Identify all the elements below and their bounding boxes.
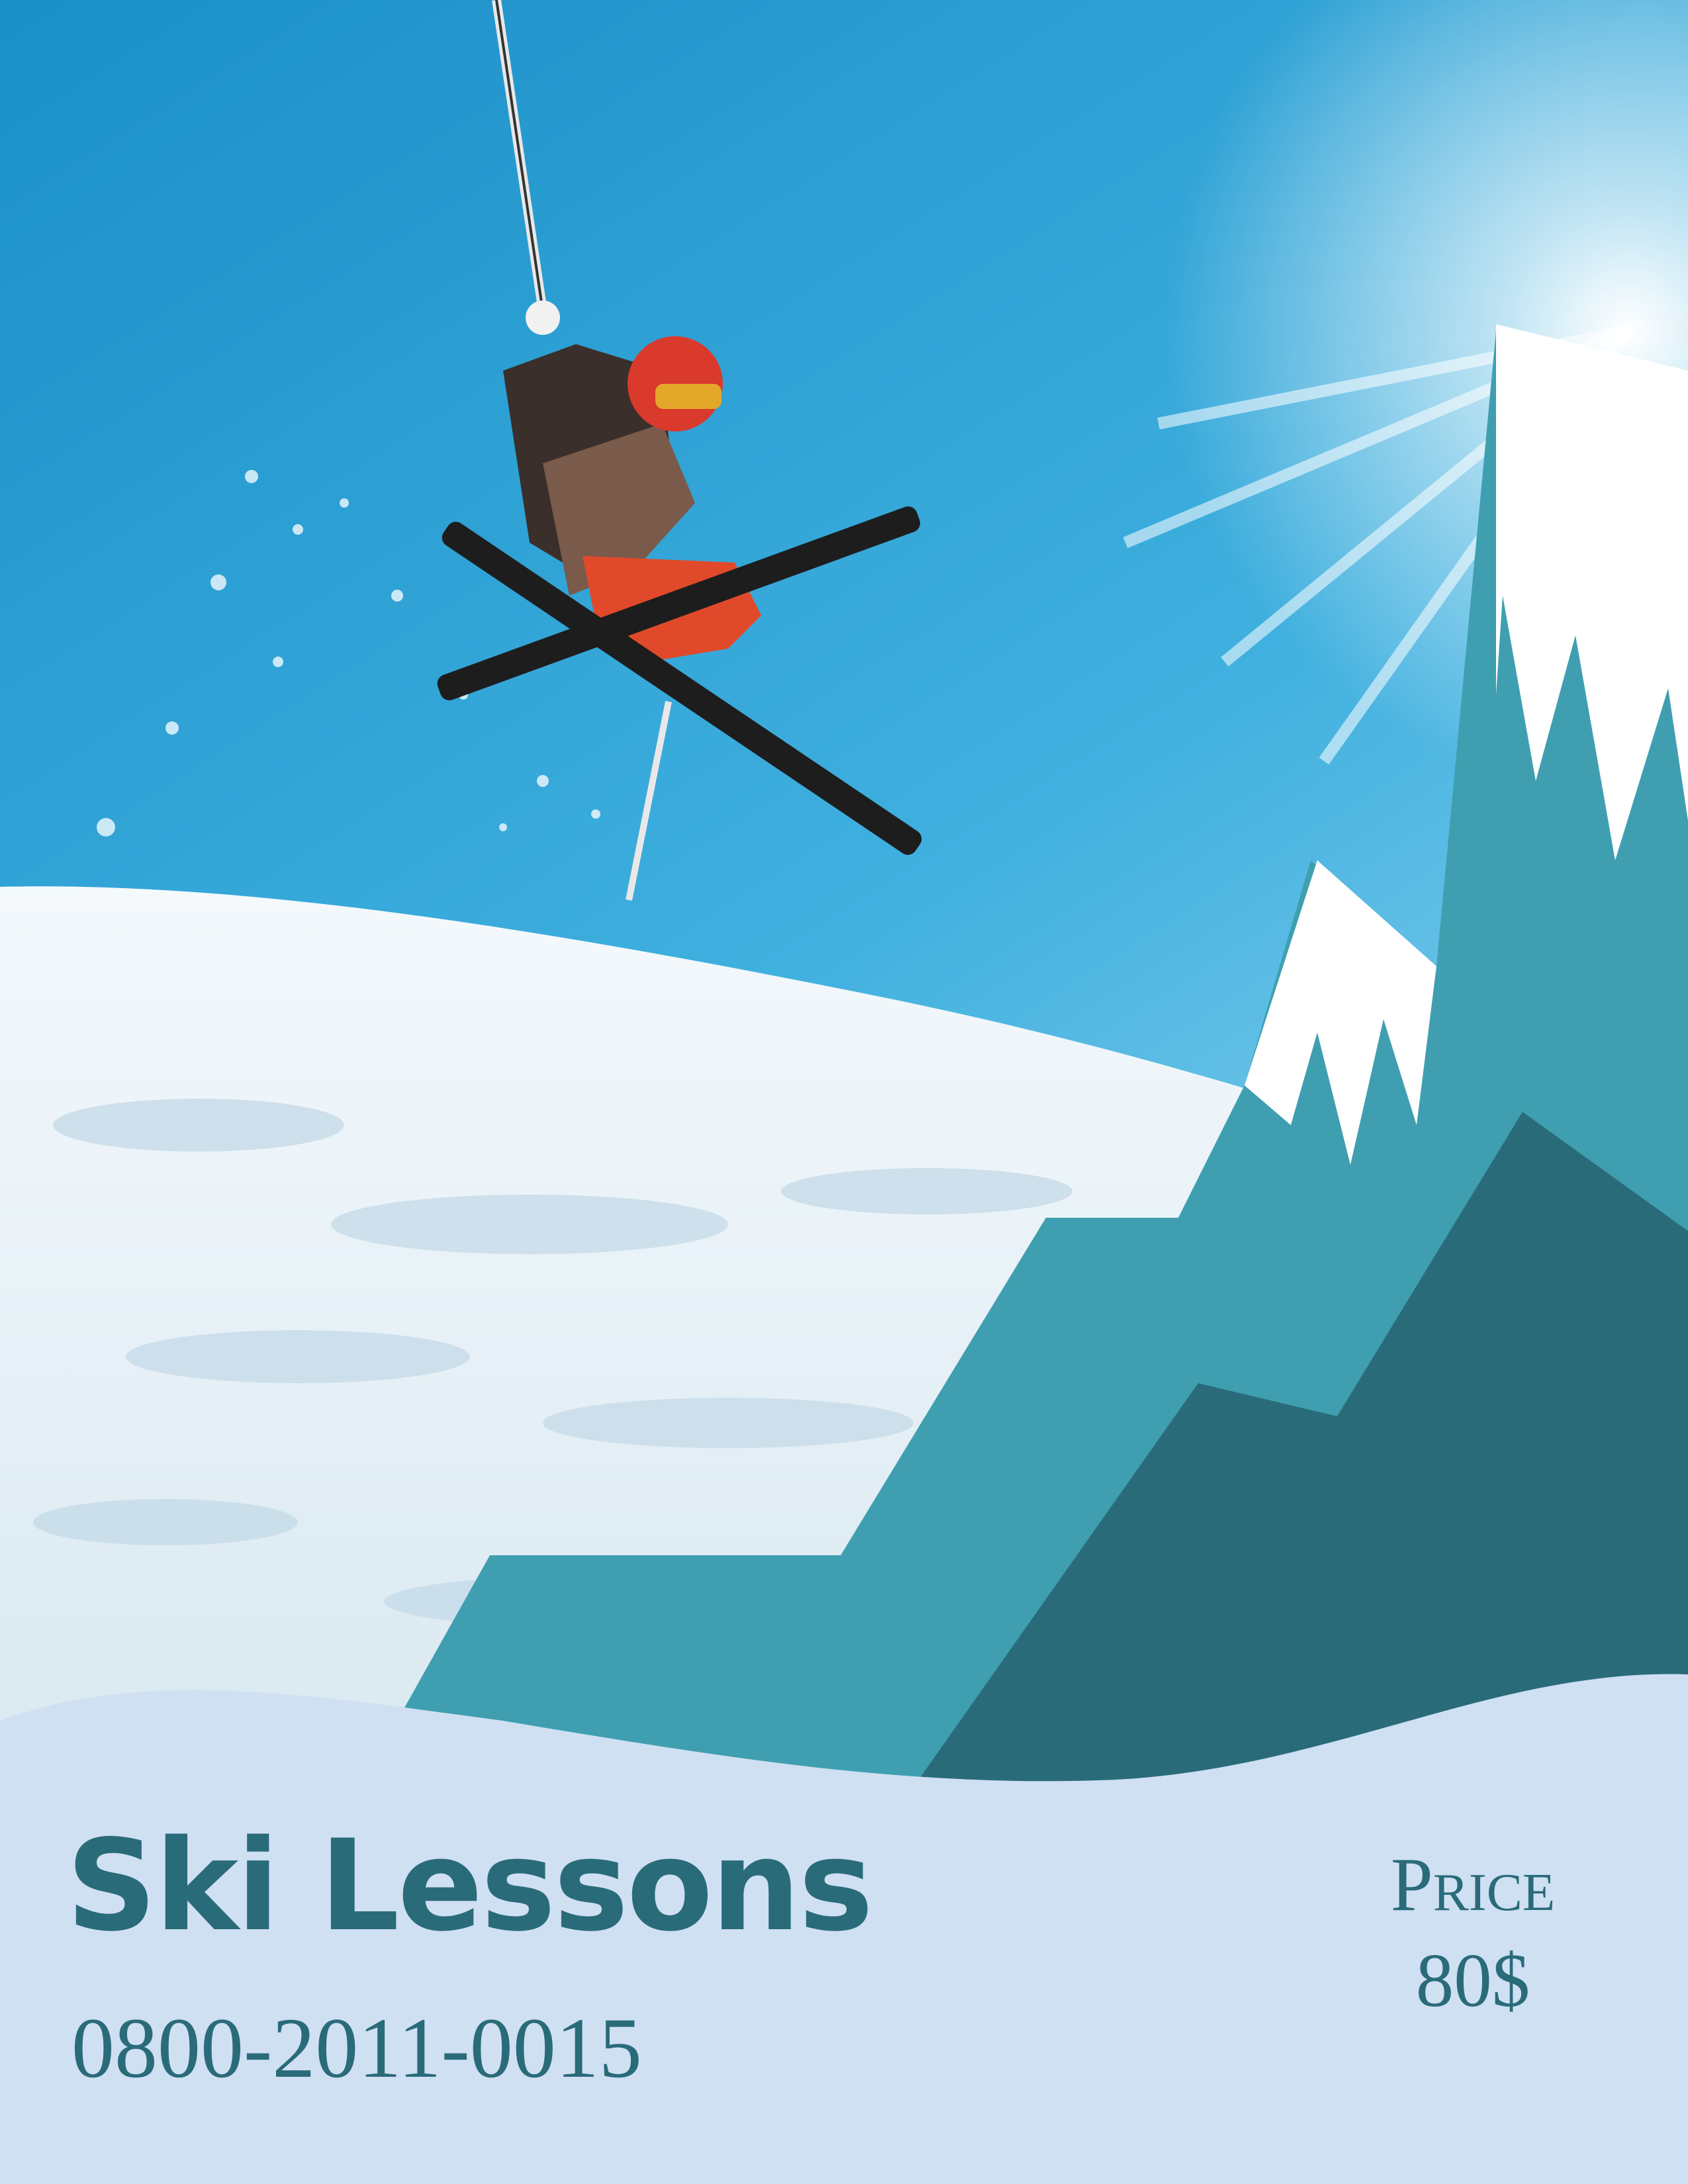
price-label: Price [1390, 1843, 1556, 1927]
price-value: 80$ [1415, 1938, 1530, 2023]
phone-number: 0800-2011-0015 [71, 2001, 642, 2096]
flyer-title: Ski Lessons [66, 1813, 873, 1959]
